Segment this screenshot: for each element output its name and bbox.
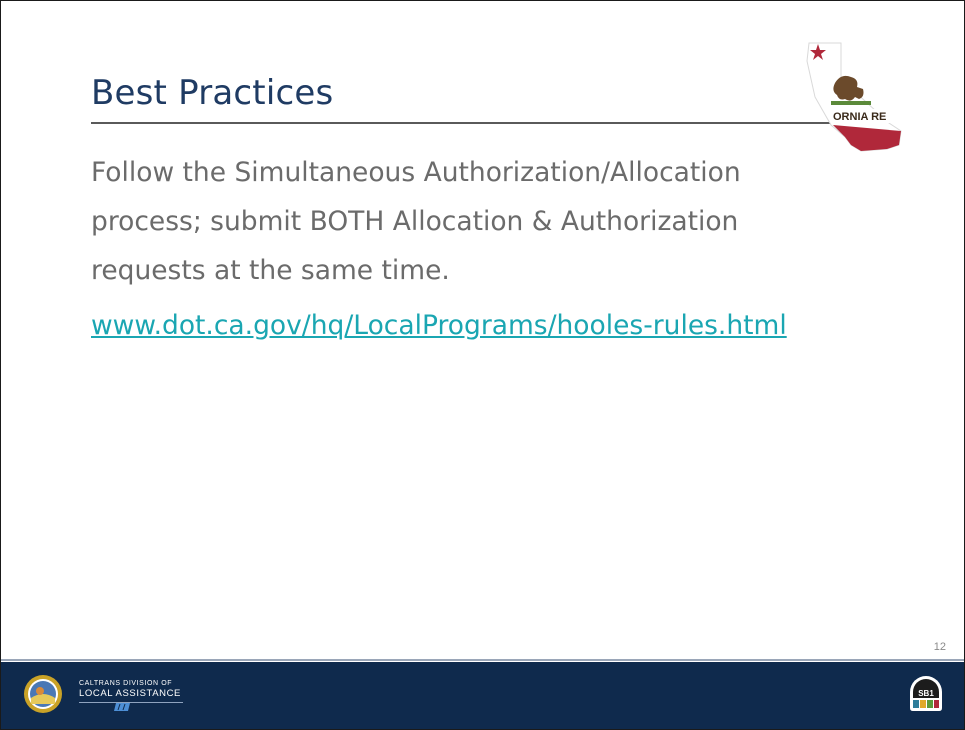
body-text: Follow the Simultaneous Authorization/Al… [91,157,741,286]
california-seal-icon [24,675,62,713]
hooles-rules-link[interactable]: www.dot.ca.gov/hq/LocalPrograms/hooles-r… [91,310,787,341]
slide: Best Practices ORNIA RE Follow the Simul… [0,0,965,730]
division-underline [79,702,183,703]
division-line-1: CALTRANS DIVISION OF [79,680,173,687]
sb1-text: SB1 [918,689,934,698]
division-line-2: LOCAL ASSISTANCE [79,688,181,699]
california-flag-icon: ORNIA RE [806,42,903,152]
footer: CALTRANS DIVISION OF LOCAL ASSISTANCE SB… [1,662,964,729]
flag-text: ORNIA RE [833,111,886,123]
slide-title: Best Practices [91,73,334,113]
footer-divider [1,659,964,661]
title-underline [91,122,833,124]
sb1-logo-icon: SB1 [910,676,942,711]
division-name: CALTRANS DIVISION OF LOCAL ASSISTANCE [79,679,183,703]
page-number: 12 [933,641,946,653]
caltrans-logo-icon [114,703,130,711]
